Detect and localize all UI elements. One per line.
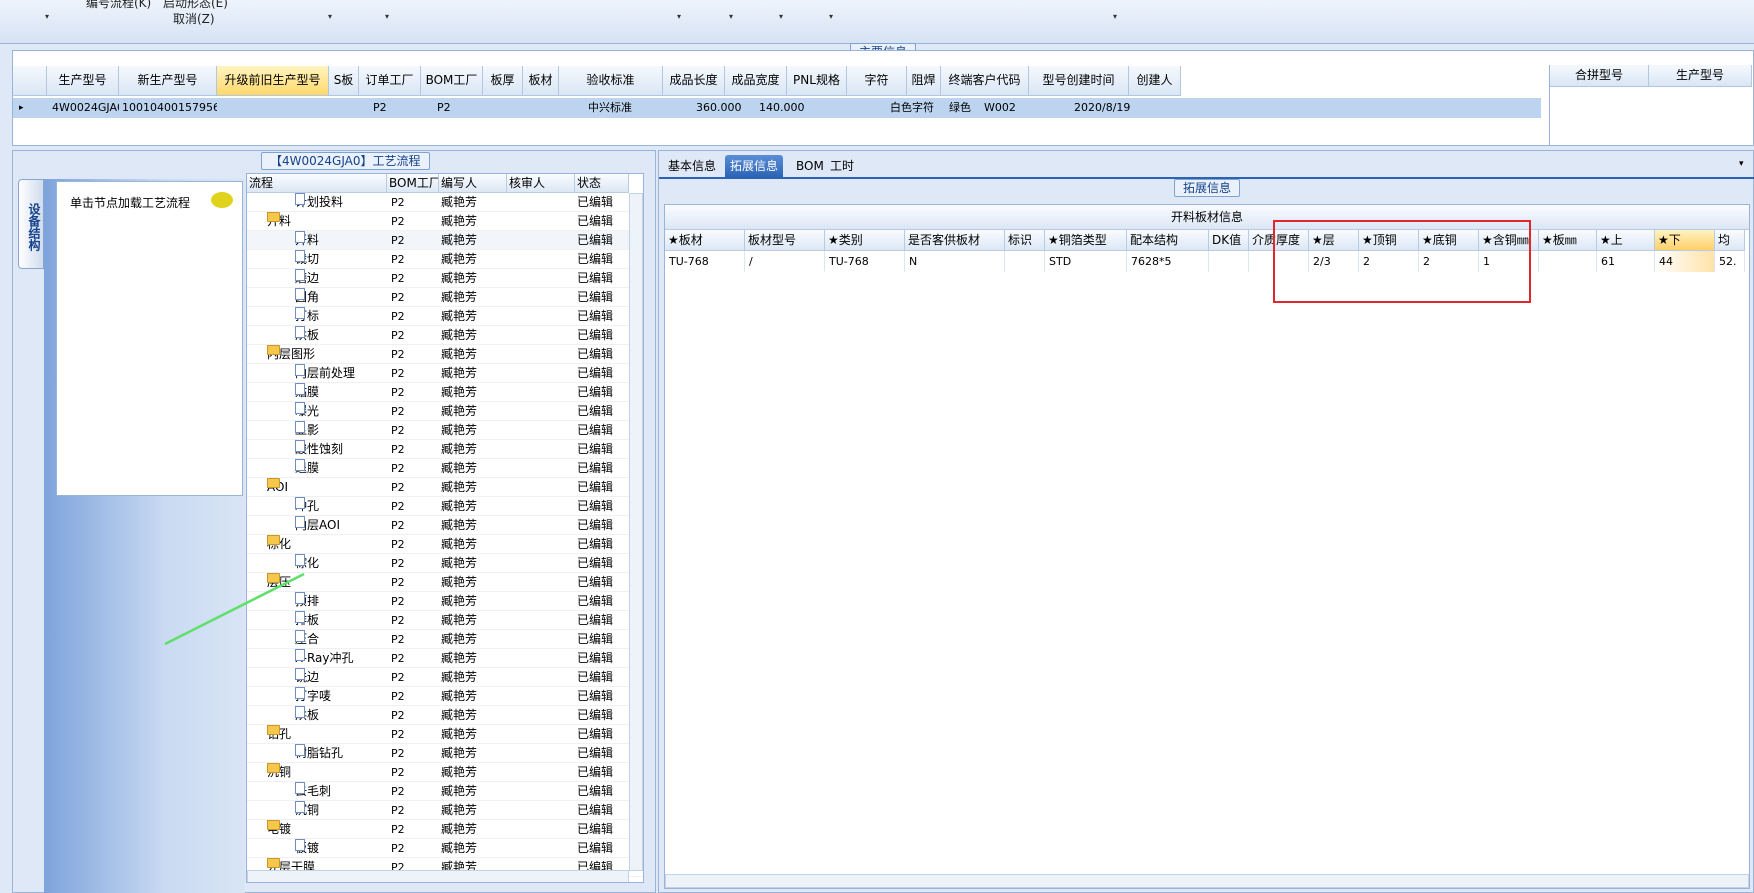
pointer-line-annotation — [164, 572, 305, 646]
annotation-layer — [164, 220, 1531, 646]
app-window: 编号流程(K) 启动形态(E) 取消(Z) ▾ ▾ ▾ ▾ ▾ ▾ ▾ ▾ 主要… — [0, 0, 1754, 893]
highlight-box-annotation — [1273, 220, 1531, 303]
